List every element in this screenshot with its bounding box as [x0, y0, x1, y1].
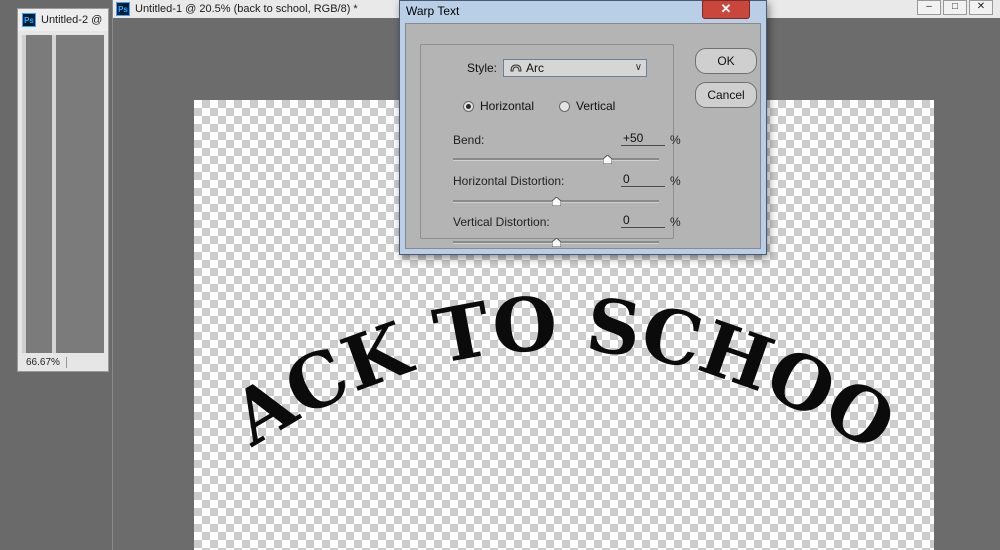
photoshop-icon: Ps: [22, 13, 36, 27]
horizontal-distortion-slider[interactable]: [453, 197, 659, 206]
bend-unit: %: [670, 133, 681, 147]
horizontal-distortion-unit: %: [670, 174, 681, 188]
vertical-distortion-input[interactable]: 0: [621, 213, 665, 228]
window-titlebar[interactable]: Ps Untitled-2 @: [18, 9, 108, 31]
radio-button[interactable]: [559, 100, 570, 112]
horizontal-distortion-input[interactable]: 0: [621, 172, 665, 187]
vertical-distortion-slider[interactable]: [453, 238, 659, 247]
window-controls: – □ ✕: [917, 0, 993, 15]
window-title: Untitled-2 @: [41, 14, 103, 26]
warp-settings-group: Style: Arc ∨ Horizontal Vertical Bend: +…: [420, 44, 681, 247]
status-bar: 66.67%: [22, 355, 108, 369]
bend-slider[interactable]: [453, 155, 659, 164]
style-label: Style:: [467, 61, 498, 75]
horizontal-distortion-label: Horizontal Distortion:: [453, 174, 565, 188]
bend-label: Bend:: [453, 133, 485, 147]
radio-button[interactable]: [463, 100, 474, 112]
ok-button[interactable]: OK: [695, 48, 757, 74]
zoom-level[interactable]: 66.67%: [22, 356, 67, 368]
bend-input[interactable]: +50: [621, 131, 665, 146]
radio-vertical-label: Vertical: [576, 99, 616, 113]
vertical-distortion-label: Vertical Distortion:: [453, 215, 550, 229]
bend-slider-thumb[interactable]: [603, 155, 612, 164]
chevron-down-icon: ∨: [634, 62, 643, 73]
vertical-distortion-unit: %: [670, 215, 681, 229]
cancel-button[interactable]: Cancel: [695, 82, 757, 108]
canvas-strip: [52, 35, 56, 353]
horizontal-distortion-slider-thumb[interactable]: [551, 197, 561, 206]
vertical-distortion-slider-thumb[interactable]: [551, 238, 561, 247]
radio-horizontal-label: Horizontal: [480, 99, 535, 113]
arc-style-icon: [510, 64, 522, 72]
restore-button[interactable]: □: [943, 0, 967, 15]
photoshop-icon: Ps: [116, 2, 130, 16]
radio-horizontal[interactable]: Horizontal: [463, 99, 534, 113]
canvas-edge: [22, 35, 26, 353]
radio-vertical[interactable]: Vertical: [559, 99, 615, 113]
style-row: Style: Arc ∨: [467, 59, 648, 77]
minimize-button[interactable]: –: [917, 0, 941, 15]
document-canvas[interactable]: [22, 35, 104, 353]
style-value: Arc: [526, 61, 545, 75]
window-title: Untitled-1 @ 20.5% (back to school, RGB/…: [135, 3, 358, 15]
style-dropdown[interactable]: Arc ∨: [503, 59, 648, 77]
close-button[interactable]: ✕: [969, 0, 993, 15]
dialog-body: Style: Arc ∨ Horizontal Vertical Bend: +…: [405, 23, 761, 249]
document-window-untitled-2[interactable]: Ps Untitled-2 @ 66.67%: [17, 8, 109, 372]
dialog-close-button[interactable]: ✕: [702, 0, 750, 19]
warp-text-dialog[interactable]: Warp Text ✕ Style: Arc ∨ Horizontal Vert…: [399, 0, 767, 255]
